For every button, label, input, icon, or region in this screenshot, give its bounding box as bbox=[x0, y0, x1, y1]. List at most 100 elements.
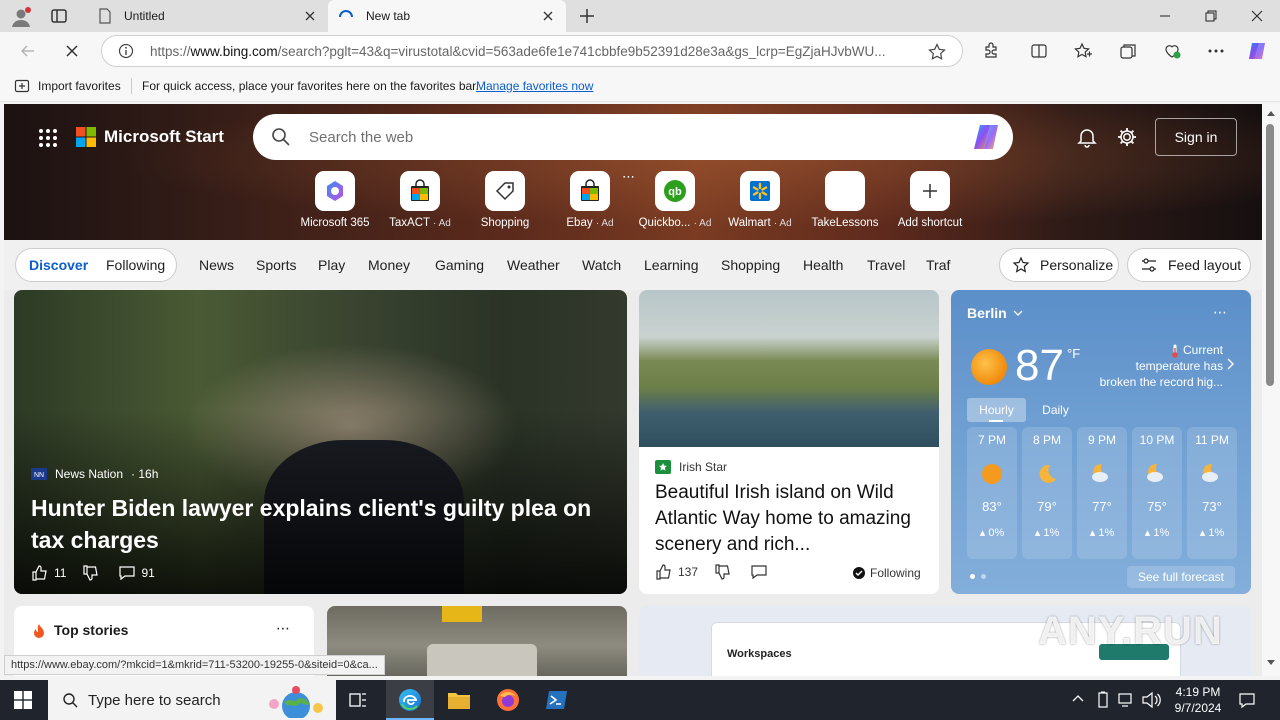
feed-layout-button[interactable]: Feed layout bbox=[1127, 248, 1251, 282]
volume-icon[interactable] bbox=[1141, 691, 1161, 709]
nav-play[interactable]: Play bbox=[318, 257, 345, 273]
tab-untitled[interactable]: Untitled bbox=[88, 0, 328, 32]
shortcut-taxact[interactable]: TaxACT · Ad bbox=[380, 171, 460, 229]
comment-icon[interactable] bbox=[118, 564, 136, 582]
nav-traffic[interactable]: Traf bbox=[926, 257, 950, 273]
import-favorites-button[interactable]: Import favorites bbox=[14, 78, 121, 94]
windows-start-icon[interactable] bbox=[14, 691, 32, 709]
weather-card[interactable]: Berlin ⋯ 87 °F Current temperature has b… bbox=[951, 290, 1251, 594]
battery-icon[interactable] bbox=[1096, 691, 1110, 709]
scroll-down-icon[interactable] bbox=[1267, 660, 1275, 666]
close-icon[interactable] bbox=[300, 6, 320, 26]
search-box[interactable]: Search the web bbox=[253, 114, 1013, 160]
restore-button[interactable] bbox=[1188, 0, 1234, 32]
new-tab-button[interactable] bbox=[578, 7, 596, 25]
task-view-icon[interactable] bbox=[348, 690, 368, 710]
thumbs-up-icon[interactable] bbox=[655, 563, 673, 581]
weather-alert[interactable]: Current temperature has broken the recor… bbox=[1091, 342, 1223, 390]
main-story-card[interactable]: NN News Nation · 16h Hunter Biden lawyer… bbox=[14, 290, 627, 594]
settings-gear-icon[interactable] bbox=[1116, 126, 1138, 148]
side-story-card[interactable]: Irish Star Beautiful Irish island on Wil… bbox=[639, 290, 939, 594]
scrollbar-thumb[interactable] bbox=[1266, 124, 1274, 386]
more-options-icon[interactable]: ⋯ bbox=[1213, 304, 1227, 321]
shortcut-microsoft-365[interactable]: Microsoft 365 bbox=[295, 171, 375, 229]
shortcut-add[interactable]: Add shortcut bbox=[890, 171, 970, 229]
nav-news[interactable]: News bbox=[199, 257, 234, 273]
file-explorer-icon[interactable] bbox=[447, 689, 471, 711]
nav-travel[interactable]: Travel bbox=[867, 257, 905, 273]
more-options-icon[interactable]: ⋯ bbox=[622, 169, 635, 185]
favorites-icon[interactable] bbox=[1071, 39, 1095, 63]
nav-health[interactable]: Health bbox=[803, 257, 843, 273]
more-options-icon[interactable]: ⋯ bbox=[276, 620, 290, 637]
search-input[interactable]: Search the web bbox=[309, 129, 413, 146]
collections-icon[interactable] bbox=[1116, 39, 1140, 63]
notification-center-icon[interactable] bbox=[1238, 691, 1256, 709]
tab-discover[interactable]: Discover bbox=[29, 257, 88, 273]
comment-icon[interactable] bbox=[750, 563, 768, 581]
settings-more-icon[interactable] bbox=[1204, 39, 1228, 63]
nav-learning[interactable]: Learning bbox=[644, 257, 699, 273]
browser-essentials-icon[interactable] bbox=[1160, 39, 1184, 63]
shortcut-takelessons[interactable]: TakeLessons bbox=[805, 171, 885, 229]
powershell-icon[interactable] bbox=[545, 688, 569, 712]
tab-hourly[interactable]: Hourly bbox=[967, 398, 1026, 422]
notifications-icon[interactable] bbox=[1076, 126, 1098, 148]
sun-icon bbox=[970, 348, 1008, 386]
tab-actions-icon[interactable] bbox=[50, 7, 68, 25]
close-icon[interactable] bbox=[538, 6, 558, 26]
window-close-button[interactable] bbox=[1234, 0, 1280, 32]
story-headline[interactable]: Beautiful Irish island on Wild Atlantic … bbox=[655, 480, 927, 558]
tab-daily[interactable]: Daily bbox=[1026, 398, 1085, 422]
nav-gaming[interactable]: Gaming bbox=[435, 257, 484, 273]
address-bar[interactable]: https://www.bing.com/search?pglt=43&q=vi… bbox=[101, 35, 963, 67]
nav-watch[interactable]: Watch bbox=[582, 257, 621, 273]
brand[interactable]: Microsoft Start bbox=[76, 127, 224, 147]
shortcut-quickbooks[interactable]: qb Quickbo... · Ad bbox=[635, 171, 715, 229]
profile-icon[interactable] bbox=[10, 6, 32, 28]
taskbar-search-input[interactable]: Type here to search bbox=[88, 692, 221, 709]
sign-in-button[interactable]: Sign in bbox=[1155, 118, 1237, 156]
copilot-icon[interactable] bbox=[1245, 39, 1269, 63]
firefox-icon[interactable] bbox=[496, 688, 520, 712]
chevron-up-icon[interactable] bbox=[1072, 694, 1084, 702]
stop-loading-icon[interactable] bbox=[60, 39, 84, 63]
taskbar-edge[interactable] bbox=[386, 680, 434, 720]
layout-sliders-icon bbox=[1140, 256, 1158, 274]
chevron-right-icon[interactable] bbox=[1227, 358, 1235, 370]
see-full-forecast-button[interactable]: See full forecast bbox=[1127, 566, 1235, 588]
manage-favorites-link[interactable]: Manage favorites now bbox=[476, 79, 593, 93]
story-headline[interactable]: Hunter Biden lawyer explains client's gu… bbox=[31, 492, 611, 556]
scrollbar[interactable] bbox=[1262, 104, 1280, 676]
nav-sports[interactable]: Sports bbox=[256, 257, 296, 273]
extensions-icon[interactable] bbox=[979, 39, 1003, 63]
carousel-dots[interactable] bbox=[970, 574, 986, 579]
nav-weather[interactable]: Weather bbox=[507, 257, 560, 273]
info-icon[interactable] bbox=[118, 43, 134, 59]
network-icon[interactable] bbox=[1117, 691, 1135, 709]
split-screen-icon[interactable] bbox=[1027, 39, 1051, 63]
shortcut-ebay[interactable]: Ebay · Ad ⋯ bbox=[550, 169, 635, 229]
favorite-star-icon[interactable] bbox=[928, 43, 946, 61]
thumbs-down-icon[interactable] bbox=[82, 564, 100, 582]
following-status[interactable]: Following bbox=[853, 566, 921, 580]
nav-shopping[interactable]: Shopping bbox=[721, 257, 780, 273]
thumbs-down-icon[interactable] bbox=[714, 563, 732, 581]
minimize-button[interactable] bbox=[1142, 0, 1188, 32]
divider bbox=[131, 78, 132, 94]
back-icon[interactable] bbox=[16, 39, 40, 63]
clock[interactable]: 4:19 PM 9/7/2024 bbox=[1166, 684, 1230, 716]
shortcut-walmart[interactable]: Walmart · Ad bbox=[720, 171, 800, 229]
tab-title: Untitled bbox=[124, 9, 165, 23]
copilot-icon[interactable] bbox=[971, 123, 1001, 151]
shortcut-shopping[interactable]: Shopping bbox=[465, 171, 545, 229]
tab-following[interactable]: Following bbox=[106, 257, 165, 273]
nav-money[interactable]: Money bbox=[368, 257, 410, 273]
personalize-button[interactable]: Personalize bbox=[999, 248, 1119, 282]
tab-new-tab[interactable]: New tab bbox=[328, 0, 566, 32]
taskbar-search[interactable]: Type here to search bbox=[48, 680, 336, 720]
scroll-up-icon[interactable] bbox=[1267, 110, 1275, 116]
apps-grid-icon[interactable] bbox=[38, 128, 58, 148]
weather-location[interactable]: Berlin bbox=[967, 305, 1023, 321]
thumbs-up-icon[interactable] bbox=[31, 564, 49, 582]
